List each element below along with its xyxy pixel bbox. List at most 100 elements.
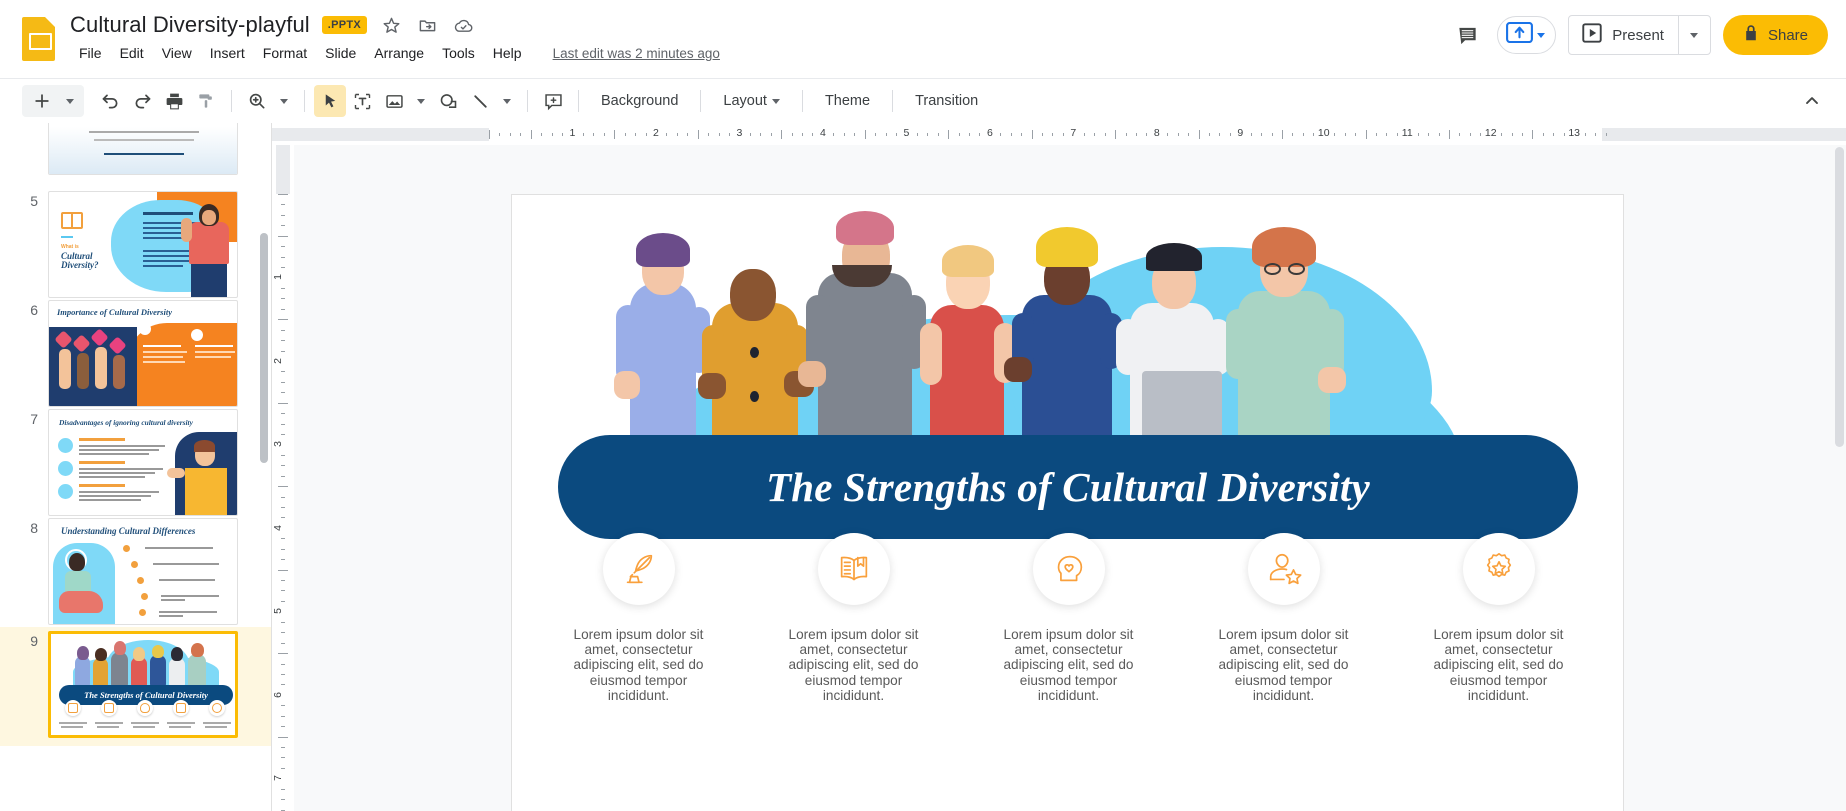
background-button[interactable]: Background bbox=[588, 85, 691, 117]
menu-insert[interactable]: Insert bbox=[201, 43, 254, 63]
shape-icon[interactable] bbox=[432, 85, 464, 117]
list-item[interactable]: 9 The Strengths of Cultural Diversity bbox=[0, 627, 272, 746]
list-item[interactable]: 4 bbox=[0, 123, 272, 175]
page-title[interactable]: Cultural Diversity-playful bbox=[70, 12, 310, 38]
present-options-caret[interactable] bbox=[1677, 16, 1710, 54]
undo-icon[interactable] bbox=[94, 85, 126, 117]
present-to-meeting-button[interactable] bbox=[1497, 16, 1557, 54]
slide-thumbnail-6[interactable]: Importance of Cultural Diversity bbox=[48, 300, 238, 407]
list-item[interactable]: 8 Understanding Cultural Differences bbox=[0, 518, 272, 625]
ruler-tick bbox=[927, 133, 929, 136]
quill-inkwell-icon bbox=[626, 554, 652, 584]
ruler-tick bbox=[1365, 130, 1367, 139]
ruler-tick bbox=[1375, 133, 1377, 136]
ruler-tick bbox=[624, 133, 626, 136]
new-slide-caret[interactable] bbox=[60, 85, 80, 117]
ruler-tick bbox=[1563, 133, 1565, 136]
star-icon[interactable] bbox=[379, 13, 403, 37]
theme-button[interactable]: Theme bbox=[812, 85, 883, 117]
ruler-tick bbox=[1553, 133, 1555, 136]
redo-icon[interactable] bbox=[126, 85, 158, 117]
slide-thumbnail-4[interactable] bbox=[48, 123, 238, 175]
vertical-ruler[interactable]: 1 2 3 4 5 6 7 bbox=[272, 145, 294, 811]
feature-item-1[interactable]: Lorem ipsum dolor sit amet, consectetur … bbox=[559, 533, 719, 703]
ruler-tick bbox=[791, 133, 793, 136]
feature-icon-circle bbox=[1462, 533, 1535, 605]
zoom-caret[interactable] bbox=[273, 85, 295, 117]
ruler-tick bbox=[278, 319, 288, 321]
menu-tools[interactable]: Tools bbox=[433, 43, 484, 63]
print-icon[interactable] bbox=[158, 85, 190, 117]
present-button[interactable]: Present bbox=[1569, 16, 1678, 54]
ruler-tick bbox=[281, 517, 285, 519]
slide-thumbnail-8[interactable]: Understanding Cultural Differences bbox=[48, 518, 238, 625]
transition-button[interactable]: Transition bbox=[902, 85, 991, 117]
last-edit-link[interactable]: Last edit was 2 minutes ago bbox=[553, 46, 720, 61]
menu-edit[interactable]: Edit bbox=[111, 43, 153, 63]
ruler-tick bbox=[968, 133, 970, 136]
layout-button[interactable]: Layout bbox=[710, 85, 793, 117]
ruler-tick bbox=[676, 133, 678, 136]
paint-format-icon[interactable] bbox=[190, 85, 222, 117]
line-caret[interactable] bbox=[496, 85, 518, 117]
ruler-tick bbox=[1428, 133, 1430, 136]
ruler-tick bbox=[1344, 133, 1346, 136]
cursor-select-icon[interactable] bbox=[314, 85, 346, 117]
ruler-tick bbox=[1302, 133, 1304, 136]
ruler-tick bbox=[489, 130, 490, 139]
ruler-tick bbox=[281, 340, 285, 342]
add-comment-icon[interactable] bbox=[537, 85, 569, 117]
slide-title-banner[interactable]: The Strengths of Cultural Diversity bbox=[558, 435, 1578, 539]
zoom-icon[interactable] bbox=[241, 85, 273, 117]
line-icon[interactable] bbox=[464, 85, 496, 117]
slide-number: 8 bbox=[30, 520, 38, 536]
ruler-tick bbox=[697, 130, 699, 139]
text-box-icon[interactable] bbox=[346, 85, 378, 117]
ruler-tick-label: 10 bbox=[1317, 127, 1330, 139]
ruler-tick-label: 8 bbox=[1153, 127, 1160, 139]
chevron-down-icon bbox=[503, 98, 511, 104]
feature-item-3[interactable]: Lorem ipsum dolor sit amet, consectetur … bbox=[989, 533, 1149, 703]
slide-thumbnail-7[interactable]: Disadvantages of ignoring cultural diver… bbox=[48, 409, 238, 516]
slide-thumbnail-9[interactable]: The Strengths of Cultural Diversity bbox=[48, 631, 238, 738]
ruler-tick bbox=[1146, 133, 1148, 136]
ruler-tick bbox=[1104, 133, 1106, 136]
feature-item-4[interactable]: Lorem ipsum dolor sit amet, consectetur … bbox=[1204, 533, 1364, 703]
menu-file[interactable]: File bbox=[70, 43, 111, 63]
menu-format[interactable]: Format bbox=[254, 43, 316, 63]
ruler-tick bbox=[1271, 133, 1273, 136]
cloud-done-icon[interactable] bbox=[451, 13, 475, 37]
current-slide[interactable]: The Strengths of Cultural Diversity Lore… bbox=[511, 194, 1624, 811]
comment-history-icon[interactable] bbox=[1449, 17, 1485, 53]
slide-thumbnail-5[interactable]: What is Cultural Diversity? bbox=[48, 191, 238, 298]
list-item[interactable]: 7 Disadvantages of ignoring cultural div… bbox=[0, 409, 272, 516]
image-caret[interactable] bbox=[410, 85, 432, 117]
ruler-tick-label: 5 bbox=[272, 608, 284, 615]
ruler-tick bbox=[281, 381, 285, 383]
menu-arrange[interactable]: Arrange bbox=[365, 43, 433, 63]
move-to-folder-icon[interactable] bbox=[415, 13, 439, 37]
title-row: Cultural Diversity-playful .PPTX bbox=[70, 8, 475, 42]
horizontal-ruler[interactable]: 1 2 3 4 5 6 7 8 9 10 11 12 13 bbox=[272, 123, 1846, 145]
ruler-tick bbox=[582, 133, 584, 136]
feature-item-2[interactable]: Lorem ipsum dolor sit amet, consectetur … bbox=[774, 533, 934, 703]
collapse-toolbar-button[interactable] bbox=[1796, 85, 1828, 117]
insert-image-icon[interactable] bbox=[378, 85, 410, 117]
filmstrip-scrollbar[interactable] bbox=[260, 233, 268, 463]
menu-view[interactable]: View bbox=[153, 43, 201, 63]
feature-item-5[interactable]: Lorem ipsum dolor sit amet, consectetur … bbox=[1419, 533, 1579, 703]
list-item[interactable]: 5 What is Cultural Diversity? bbox=[0, 191, 272, 298]
menu-slide[interactable]: Slide bbox=[316, 43, 365, 63]
canvas-scrollbar[interactable] bbox=[1835, 147, 1844, 447]
slide-canvas-area[interactable]: The Strengths of Cultural Diversity Lore… bbox=[294, 145, 1846, 811]
ruler-tick-label: 2 bbox=[272, 358, 284, 364]
chevron-down-icon bbox=[66, 98, 74, 104]
ruler-tick bbox=[1605, 133, 1607, 136]
share-button[interactable]: Share bbox=[1722, 15, 1828, 55]
add-slide-icon[interactable] bbox=[26, 85, 58, 117]
ruler-tick bbox=[1167, 133, 1169, 136]
slide-filmstrip[interactable]: 4 5 bbox=[0, 123, 272, 811]
menu-help[interactable]: Help bbox=[484, 43, 531, 63]
list-item[interactable]: 6 Importance of Cultural Diversity bbox=[0, 300, 272, 407]
ruler-tick bbox=[1188, 133, 1190, 136]
